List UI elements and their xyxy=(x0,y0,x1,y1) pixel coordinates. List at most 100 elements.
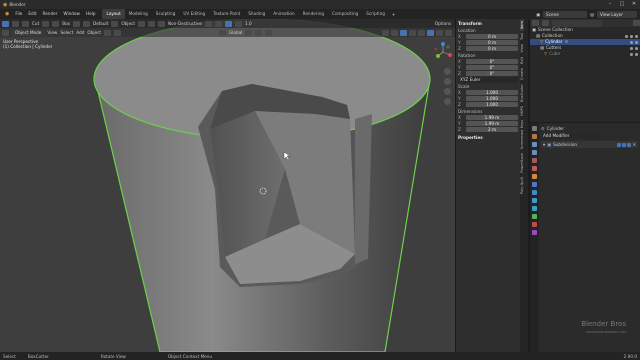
dimensions-z-field[interactable]: Z2 m xyxy=(458,126,518,133)
dropdown-icon[interactable] xyxy=(114,29,121,36)
rotation-z-field[interactable]: Z 0° xyxy=(458,70,518,77)
object-tab-icon[interactable] xyxy=(532,174,537,179)
sidebar-tab-view[interactable]: View xyxy=(520,42,524,55)
zoom-label[interactable]: 1.0 xyxy=(245,21,252,26)
maximize-button[interactable]: □ xyxy=(616,0,628,9)
transform-section-title[interactable]: Transform xyxy=(458,21,518,27)
menu-edit[interactable]: Edit xyxy=(25,9,39,19)
magnet-icon[interactable] xyxy=(255,29,263,36)
rotation-mode-dropdown[interactable]: XYZ Euler xyxy=(458,77,518,83)
view-layer-selector[interactable]: View Layer xyxy=(597,10,637,18)
outliner-row[interactable]: ▽ Cube xyxy=(530,51,640,57)
expand-arrow-icon[interactable]: ▾ xyxy=(543,141,545,148)
world-tab-icon[interactable] xyxy=(532,166,537,171)
particles-tab-icon[interactable] xyxy=(532,190,537,195)
mirror-icon[interactable] xyxy=(147,20,155,27)
checkbox-icon[interactable] xyxy=(625,34,628,38)
global-label[interactable]: Global xyxy=(229,30,242,35)
scale-x-field[interactable]: X 1.000 xyxy=(458,90,518,96)
add-workspace-button[interactable]: + xyxy=(389,12,399,17)
orientation-icon[interactable] xyxy=(83,20,91,27)
camera-icon[interactable] xyxy=(444,88,451,95)
data-tab-icon[interactable] xyxy=(532,214,537,219)
global-axis-icon[interactable] xyxy=(219,29,226,36)
tab-shading[interactable]: Shading xyxy=(244,9,269,19)
subtract-icon[interactable] xyxy=(42,20,50,27)
editor-type-icon[interactable] xyxy=(2,29,9,36)
outliner-editor-icon[interactable] xyxy=(532,20,539,26)
visibility-icon[interactable] xyxy=(382,29,389,36)
perspective-grid-icon[interactable] xyxy=(444,98,451,105)
proportional-icon[interactable] xyxy=(265,29,273,36)
scene-selector[interactable]: Scene xyxy=(543,10,588,18)
mode-selector[interactable]: Object Mode xyxy=(12,29,45,36)
tab-scripting[interactable]: Scripting xyxy=(362,9,389,19)
tab-modeling[interactable]: Modeling xyxy=(125,9,152,19)
eye-icon[interactable] xyxy=(630,52,633,56)
select-tool-icon[interactable] xyxy=(2,20,9,27)
sidebar-tab-screencast-keys[interactable]: Screencast Keys xyxy=(520,118,524,151)
sidebar-tab-tool[interactable]: Tool xyxy=(520,31,524,42)
object-label[interactable]: Object xyxy=(121,21,135,26)
modifier-subdivision[interactable]: ▾ ▣ Subdivision ✕ xyxy=(541,141,638,148)
solid-shading-icon[interactable] xyxy=(427,29,434,36)
add-modifier-dropdown[interactable]: Add Modifier xyxy=(541,133,601,139)
xray-icon[interactable] xyxy=(409,29,416,36)
tab-compositing[interactable]: Compositing xyxy=(328,9,362,19)
properties-section-title[interactable]: Properties xyxy=(458,135,518,141)
constraints-tab-icon[interactable] xyxy=(532,206,537,211)
output-tab-icon[interactable] xyxy=(532,142,537,147)
zoom-icon[interactable] xyxy=(444,68,451,75)
snap-icon[interactable] xyxy=(137,20,145,27)
minimize-button[interactable]: – xyxy=(604,0,616,9)
eye-icon[interactable] xyxy=(630,40,633,44)
active-toggle-icon[interactable] xyxy=(225,20,233,27)
sidebar-tab-polyquilt[interactable]: Poly Quilt xyxy=(520,175,524,196)
camera-icon[interactable] xyxy=(635,46,638,50)
gizmo-icon[interactable] xyxy=(391,29,398,36)
menu-render[interactable]: Render xyxy=(40,9,61,19)
3d-viewport[interactable]: Cut Box Default Object Non-Destructive 1… xyxy=(0,19,455,352)
render-tab-icon[interactable] xyxy=(532,134,537,139)
scale-y-field[interactable]: Y 1.000 xyxy=(458,96,518,102)
physics-tab-icon[interactable] xyxy=(532,198,537,203)
material-tab-icon[interactable] xyxy=(532,222,537,227)
menu-view[interactable]: View xyxy=(47,30,57,35)
pan-hand-icon[interactable] xyxy=(444,78,451,85)
close-button[interactable]: ✕ xyxy=(628,0,640,9)
sidebar-tab-powersave[interactable]: PowerSave xyxy=(520,151,524,175)
menu-select[interactable]: Select xyxy=(60,30,73,35)
sidebar-tab-boxcutter[interactable]: BoxCutter xyxy=(520,82,524,104)
sidebar-tab-create[interactable]: Create xyxy=(520,66,524,82)
material-shading-icon[interactable] xyxy=(436,29,443,36)
blender-menu-icon[interactable]: ◉ xyxy=(2,11,12,17)
sidebar-tab-edit[interactable]: Edit xyxy=(520,55,524,66)
rotation-x-field[interactable]: X 0° xyxy=(458,58,518,65)
mode-icon[interactable] xyxy=(12,20,19,27)
shape-icon[interactable] xyxy=(52,20,60,27)
render-toggle-icon[interactable] xyxy=(627,142,632,147)
options-dropdown[interactable]: Options xyxy=(435,21,451,26)
nondestructive-icon[interactable] xyxy=(157,20,165,27)
tab-animation[interactable]: Animation xyxy=(269,9,298,19)
cut-icon[interactable] xyxy=(22,20,29,27)
filter-icon[interactable] xyxy=(633,20,640,26)
menu-file[interactable]: File xyxy=(12,9,25,19)
overlay-icon[interactable] xyxy=(400,29,407,36)
menu-object[interactable]: Object xyxy=(87,30,101,35)
pause-icon[interactable] xyxy=(215,20,223,27)
modifier-tab-icon[interactable] xyxy=(532,182,537,187)
object-name[interactable]: Cylinder xyxy=(547,126,564,131)
scale-z-field[interactable]: Z 1.000 xyxy=(458,102,518,108)
display-mode-icon[interactable] xyxy=(542,20,549,26)
wireframe-shading-icon[interactable] xyxy=(418,29,425,36)
dimensions-y-field[interactable]: Y 1.99 m xyxy=(458,120,518,127)
viewport-toggle-icon[interactable] xyxy=(622,142,627,147)
nondestructive-label[interactable]: Non-Destructive xyxy=(168,21,202,26)
scene-tab-icon[interactable] xyxy=(532,158,537,163)
eye-icon[interactable] xyxy=(630,46,633,50)
grid-icon[interactable] xyxy=(235,20,243,27)
tab-rendering[interactable]: Rendering xyxy=(299,9,328,19)
orientation-label[interactable]: Default xyxy=(93,21,108,26)
tab-sculpting[interactable]: Sculpting xyxy=(152,9,180,19)
